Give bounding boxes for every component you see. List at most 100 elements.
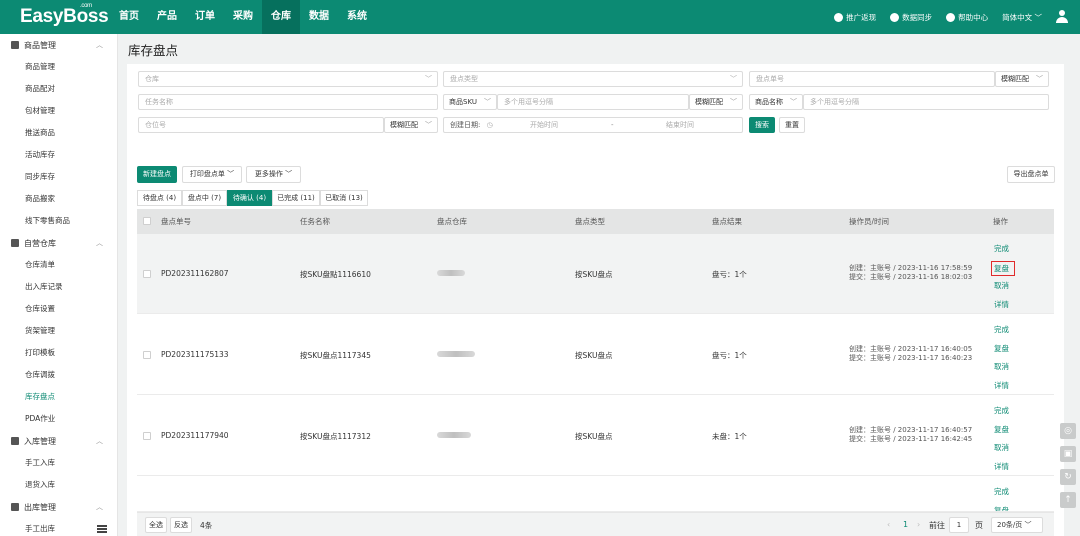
row-checkbox[interactable]: [143, 351, 151, 359]
tab-cancelled[interactable]: 已取消 (13): [320, 190, 368, 206]
inbound-icon: [11, 437, 19, 445]
sku-match-select[interactable]: 模糊匹配 ﹀: [689, 94, 743, 110]
sidebar-group-self-warehouse[interactable]: 自营仓库 ︿: [0, 232, 117, 254]
user-icon[interactable]: [1056, 10, 1068, 24]
order-no-match-select[interactable]: 模糊匹配 ﹀: [995, 71, 1049, 87]
stocktake-result: 盘亏：1个: [712, 351, 747, 360]
sidebar-group-product[interactable]: 商品管理 ︿: [0, 34, 117, 56]
cancel-link[interactable]: 取消: [994, 277, 1024, 296]
redacted-warehouse: [437, 432, 471, 438]
sidebar-item-transfer[interactable]: 仓库调拨: [0, 364, 117, 386]
complete-link[interactable]: 完成: [994, 402, 1024, 421]
headset-icon[interactable]: ◎: [1060, 423, 1076, 439]
sidebar-item-stocktake[interactable]: 库存盘点: [0, 386, 117, 408]
logo[interactable]: EasyBoss .com: [0, 3, 110, 28]
location-input[interactable]: 仓位号: [138, 117, 384, 133]
goto-page-input[interactable]: 1: [949, 517, 969, 533]
sidebar-item-return-inbound[interactable]: 退货入库: [0, 474, 117, 496]
recount-link[interactable]: 复盘: [994, 340, 1024, 359]
nav-data[interactable]: 数据: [300, 0, 338, 34]
sidebar-item-activity-stock[interactable]: 活动库存: [0, 144, 117, 166]
sidebar-item-manual-inbound[interactable]: 手工入库: [0, 452, 117, 474]
sku-input[interactable]: 多个用逗号分隔: [497, 94, 689, 110]
stocktake-type-select[interactable]: 盘点类型 ﹀: [443, 71, 743, 87]
product-name-input[interactable]: 多个用逗号分隔: [803, 94, 1049, 110]
save-icon[interactable]: ▣: [1060, 446, 1076, 462]
recount-link[interactable]: 复盘: [991, 260, 1015, 276]
row-checkbox[interactable]: [143, 432, 151, 440]
menu-icon[interactable]: [97, 525, 107, 533]
sidebar-item-product-move[interactable]: 商品搬家: [0, 188, 117, 210]
sidebar-item-sync-stock[interactable]: 同步库存: [0, 166, 117, 188]
nav-product[interactable]: 产品: [148, 0, 186, 34]
warehouse-select[interactable]: 仓库 ﹀: [138, 71, 438, 87]
sidebar-item-io-records[interactable]: 出入库记录: [0, 276, 117, 298]
start-date-input[interactable]: 开始时间: [530, 118, 558, 132]
end-date-input[interactable]: 结束时间: [666, 118, 694, 132]
tab-pending[interactable]: 待盘点 (4): [137, 190, 182, 206]
nav-warehouse[interactable]: 仓库: [262, 0, 300, 34]
clock-icon: ◷: [486, 121, 493, 129]
nav-home[interactable]: 首页: [110, 0, 148, 34]
nav-purchase[interactable]: 采购: [224, 0, 262, 34]
location-match-select[interactable]: 模糊匹配 ﹀: [384, 117, 438, 133]
product-name-field-select[interactable]: 商品名称 ﹀: [749, 94, 803, 110]
sidebar-item-manual-outbound[interactable]: 手工出库: [0, 518, 117, 536]
sidebar-group-inbound[interactable]: 入库管理 ︿: [0, 430, 117, 452]
outbound-icon: [11, 503, 19, 511]
recount-link[interactable]: 复盘: [994, 421, 1024, 440]
nav-system[interactable]: 系统: [338, 0, 376, 34]
recount-link[interactable]: 复盘: [994, 502, 1024, 512]
help-center-link[interactable]: 帮助中心: [946, 12, 988, 23]
cancel-link[interactable]: 取消: [994, 439, 1024, 458]
reset-button[interactable]: 重置: [779, 117, 805, 133]
data-sync-link[interactable]: 数据同步: [890, 12, 932, 23]
tab-to-confirm[interactable]: 待确认 (4): [227, 190, 272, 206]
sku-field-select[interactable]: 商品SKU ﹀: [443, 94, 497, 110]
page-size-select[interactable]: 20条/页 ﹀: [991, 517, 1043, 533]
tab-completed[interactable]: 已完成 (11): [272, 190, 320, 206]
referral-link[interactable]: 推广返现: [834, 12, 876, 23]
new-stocktake-button[interactable]: 新建盘点: [137, 166, 177, 183]
sidebar-item-print-template[interactable]: 打印模板: [0, 342, 117, 364]
sidebar-item-pda[interactable]: PDA作业: [0, 408, 117, 430]
back-to-top-icon[interactable]: ↑: [1060, 492, 1076, 508]
sidebar-item-offline-retail[interactable]: 线下零售商品: [0, 210, 117, 232]
sidebar-item-product-pairing[interactable]: 商品配对: [0, 78, 117, 100]
complete-link[interactable]: 完成: [994, 321, 1024, 340]
invert-selection-button[interactable]: 反选: [170, 517, 192, 533]
complete-link[interactable]: 完成: [994, 483, 1024, 502]
prev-page-icon[interactable]: ‹: [887, 520, 890, 529]
sidebar-item-warehouse-settings[interactable]: 仓库设置: [0, 298, 117, 320]
nav-order[interactable]: 订单: [186, 0, 224, 34]
table-row: PD202311162807 按SKU盘點1116610 按SKU盘点 盘亏：1…: [137, 234, 1054, 314]
tab-in-progress[interactable]: 盘点中 (7): [182, 190, 227, 206]
search-button[interactable]: 搜索: [749, 117, 775, 133]
more-actions-button[interactable]: 更多操作 ﹀: [246, 166, 301, 183]
next-page-icon[interactable]: ›: [917, 520, 920, 529]
chevron-down-icon: ﹀: [425, 121, 432, 129]
sidebar-item-packaging[interactable]: 包材管理: [0, 100, 117, 122]
refresh-icon[interactable]: ↻: [1060, 469, 1076, 485]
cancel-link[interactable]: 取消: [994, 358, 1024, 377]
select-all-button[interactable]: 全选: [145, 517, 167, 533]
row-checkbox[interactable]: [143, 270, 151, 278]
language-selector[interactable]: 简体中文 ﹀: [1002, 12, 1042, 23]
sidebar-item-push-product[interactable]: 推送商品: [0, 122, 117, 144]
sidebar-item-shelf-manage[interactable]: 货架管理: [0, 320, 117, 342]
page-unit-label: 页: [975, 521, 983, 530]
print-stocktake-button[interactable]: 打印盘点单 ﹀: [182, 166, 242, 183]
complete-link[interactable]: 完成: [994, 240, 1024, 259]
detail-link[interactable]: 详情: [994, 296, 1024, 315]
task-name-input[interactable]: 任务名称: [138, 94, 438, 110]
select-all-checkbox[interactable]: [143, 217, 151, 225]
export-stocktake-button[interactable]: 导出盘点单: [1007, 166, 1055, 183]
sidebar-group-outbound[interactable]: 出库管理 ︿: [0, 496, 117, 518]
order-no-input[interactable]: 盘点单号: [749, 71, 995, 87]
detail-link[interactable]: 详情: [994, 458, 1024, 477]
date-range-picker[interactable]: 创建日期: ◷ 开始时间 - 结束时间: [443, 117, 743, 133]
sidebar-item-product-manage[interactable]: 商品管理: [0, 56, 117, 78]
page-number[interactable]: 1: [903, 520, 908, 529]
sidebar-item-warehouse-list[interactable]: 仓库清单: [0, 254, 117, 276]
detail-link[interactable]: 详情: [994, 377, 1024, 396]
